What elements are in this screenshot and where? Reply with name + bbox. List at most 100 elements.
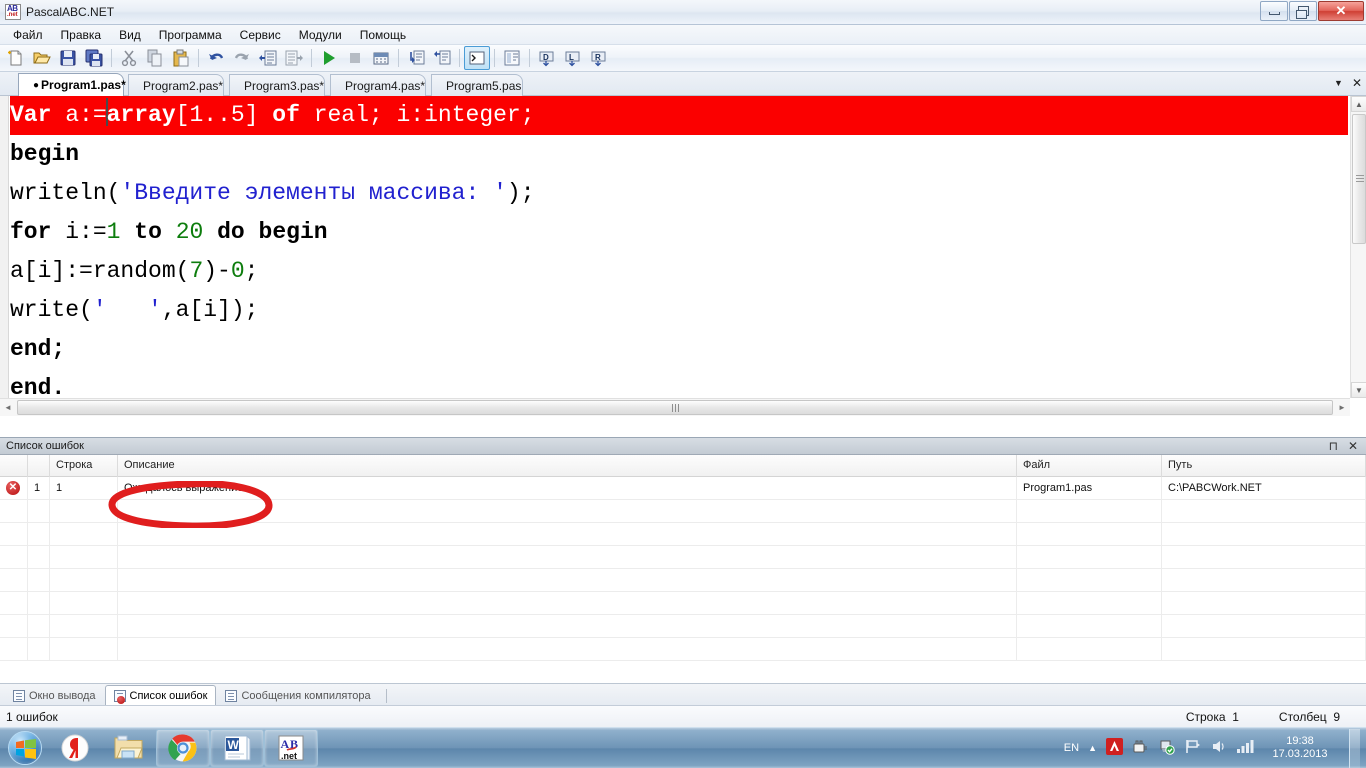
column-header-line[interactable]: Строка (50, 455, 118, 477)
menu-file[interactable]: Файл (4, 26, 52, 44)
table-row-empty[interactable] (0, 638, 1366, 661)
file-tab-program4[interactable]: Program4.pas* (330, 74, 426, 96)
code-editor[interactable]: Var a:=array[1..5] of real; i:integer; be… (0, 96, 1366, 416)
show-desktop-button[interactable] (1349, 728, 1360, 768)
close-tab-icon[interactable]: ✕ (1352, 76, 1362, 90)
code-token: )- (203, 258, 231, 284)
file-tab-program2[interactable]: Program2.pas* (128, 74, 224, 96)
scroll-right-button[interactable]: ► (1334, 400, 1350, 416)
cell-empty (1017, 592, 1162, 614)
avira-icon[interactable] (1106, 738, 1123, 758)
safely-remove-icon[interactable] (1132, 738, 1149, 758)
column-header-path[interactable]: Путь (1162, 455, 1366, 477)
bottom-tab-compiler-messages[interactable]: Сообщения компилятора (216, 686, 379, 705)
paste-icon[interactable] (168, 46, 194, 70)
debug-d-icon[interactable]: D (534, 46, 560, 70)
error-icon: ✕ (0, 477, 28, 499)
menu-edit[interactable]: Правка (52, 26, 111, 44)
volume-icon[interactable] (1210, 738, 1227, 758)
save-icon[interactable] (55, 46, 81, 70)
code-token: to (134, 219, 162, 245)
console-icon[interactable] (464, 46, 490, 70)
column-header-icon[interactable] (0, 455, 28, 477)
cell-empty (0, 500, 28, 522)
cell-empty (0, 569, 28, 591)
menu-modules[interactable]: Модули (290, 26, 351, 44)
horizontal-scroll-thumb[interactable] (17, 400, 1333, 415)
file-tab-program3[interactable]: Program3.pas* (229, 74, 325, 96)
network-icon[interactable] (1236, 738, 1255, 758)
uncomment-block-icon[interactable] (429, 46, 455, 70)
table-row-empty[interactable] (0, 615, 1366, 638)
file-tab-program5[interactable]: Program5.pas (431, 74, 523, 96)
stop-icon[interactable] (342, 46, 368, 70)
cut-icon[interactable] (116, 46, 142, 70)
tray-language[interactable]: EN (1064, 742, 1079, 754)
table-row-empty[interactable] (0, 569, 1366, 592)
copy-icon[interactable] (142, 46, 168, 70)
error-list-grid[interactable]: ✕ 1 1 Ожидалось выражение Program1.pas C:\PAB… (0, 477, 1366, 662)
code-token: ' ' (92, 297, 162, 323)
form-icon[interactable] (499, 46, 525, 70)
undo-icon[interactable] (203, 46, 229, 70)
menu-program[interactable]: Программа (150, 26, 231, 44)
column-header-file[interactable]: Файл (1017, 455, 1162, 477)
code-token: a[i]:=random( (10, 258, 190, 284)
table-row-empty[interactable] (0, 523, 1366, 546)
cell-description: Ожидалось выражение (118, 477, 1017, 499)
update-shield-icon[interactable] (1158, 738, 1175, 758)
error-list-panel: Список ошибок ⊓ ✕ Строка Описание Файл П… (0, 437, 1366, 683)
toolbar-separator (529, 49, 530, 67)
close-button[interactable]: ✕ (1318, 1, 1364, 21)
table-row[interactable]: ✕ 1 1 Ожидалось выражение Program1.pas C:\PAB… (0, 477, 1366, 500)
redo-icon[interactable] (229, 46, 255, 70)
editor-horizontal-scrollbar[interactable]: ◄ ► (0, 398, 1350, 416)
editor-vertical-scrollbar[interactable]: ▲ ▼ (1350, 96, 1366, 398)
bottom-tab-output[interactable]: Окно вывода (4, 686, 105, 705)
menu-service[interactable]: Сервис (231, 26, 290, 44)
debug-l-icon[interactable]: L (560, 46, 586, 70)
taskbar-microsoft-word[interactable]: W (210, 729, 264, 767)
clock[interactable]: 19:38 17.03.2013 (1264, 735, 1336, 761)
vertical-scroll-thumb[interactable] (1352, 114, 1366, 244)
code-text[interactable]: Var a:=array[1..5] of real; i:integer; be… (10, 96, 1350, 401)
run-icon[interactable] (316, 46, 342, 70)
scroll-left-button[interactable]: ◄ (0, 400, 16, 416)
taskbar-file-explorer[interactable] (102, 729, 156, 767)
save-all-icon[interactable] (81, 46, 107, 70)
chevron-up-icon[interactable]: ▲ (1088, 743, 1097, 753)
column-header-description[interactable]: Описание (118, 455, 1017, 477)
code-token: 'Введите элементы массива: ' (120, 180, 507, 206)
pin-icon[interactable]: ⊓ (1329, 439, 1338, 453)
minimize-button[interactable] (1260, 1, 1288, 21)
code-token: end; (10, 336, 66, 362)
taskbar-yandex-browser[interactable] (48, 729, 102, 767)
indent-right-icon[interactable] (281, 46, 307, 70)
file-tab-program1[interactable]: ● Program1.pas* (18, 73, 126, 96)
open-file-icon[interactable] (29, 46, 55, 70)
action-center-flag-icon[interactable] (1184, 738, 1201, 758)
build-icon[interactable] (368, 46, 394, 70)
new-file-icon[interactable] (3, 46, 29, 70)
bottom-tab-error-list[interactable]: Список ошибок (104, 685, 217, 705)
column-header-number[interactable] (28, 455, 50, 477)
clock-date: 17.03.2013 (1272, 748, 1328, 760)
table-row-empty[interactable] (0, 592, 1366, 615)
indent-left-icon[interactable] (255, 46, 281, 70)
cell-empty (0, 638, 28, 660)
menu-help[interactable]: Помощь (351, 26, 415, 44)
table-row-empty[interactable] (0, 546, 1366, 569)
table-row-empty[interactable] (0, 500, 1366, 523)
debug-r-icon[interactable]: R (586, 46, 612, 70)
close-panel-icon[interactable]: ✕ (1348, 439, 1358, 453)
chevron-down-icon[interactable]: ▼ (1334, 78, 1343, 88)
scroll-up-button[interactable]: ▲ (1351, 96, 1366, 112)
menu-view[interactable]: Вид (110, 26, 150, 44)
taskbar-pascalabc[interactable]: A B .net (264, 729, 318, 767)
scroll-down-button[interactable]: ▼ (1351, 382, 1366, 398)
comment-block-icon[interactable] (403, 46, 429, 70)
code-line: writeln('Введите элементы массива: '); (10, 174, 1350, 213)
maximize-button[interactable] (1289, 1, 1317, 21)
start-button[interactable] (2, 729, 48, 767)
taskbar-google-chrome[interactable] (156, 729, 210, 767)
